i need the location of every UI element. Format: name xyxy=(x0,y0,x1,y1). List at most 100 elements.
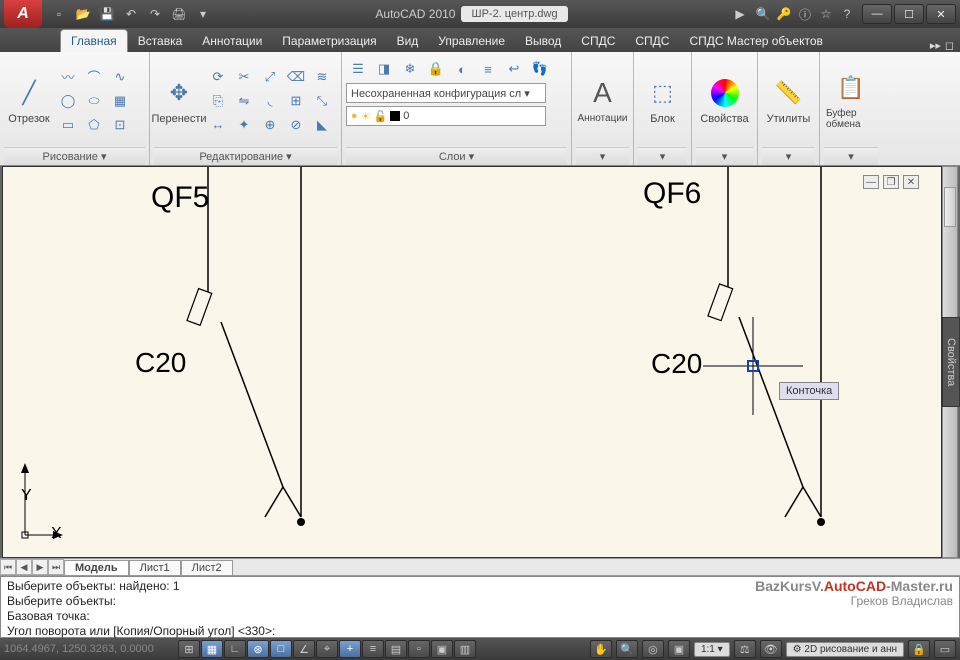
zoom-icon[interactable]: 🔍 xyxy=(616,640,638,658)
layer-state-combo[interactable]: Несохраненная конфигурация сл ▾ xyxy=(346,83,546,103)
panel-layers-title[interactable]: Слои ▾ xyxy=(346,147,567,165)
binoculars-icon[interactable]: 🔍 xyxy=(754,5,772,23)
coordinate-readout[interactable]: 1064.4967, 1250.3263, 0.0000 xyxy=(4,643,174,655)
info-icon[interactable]: ⓘ xyxy=(796,5,814,23)
layout-prev-icon[interactable]: ◀ xyxy=(16,559,32,575)
panel-clipboard-title[interactable]: ▾ xyxy=(824,147,878,165)
clipboard-button[interactable]: 📋 Буфер обмена xyxy=(826,62,876,140)
new-icon[interactable]: ▫ xyxy=(48,4,70,24)
move-button[interactable]: ✥ Перенести xyxy=(154,62,204,140)
minimize-button[interactable]: — xyxy=(862,4,892,24)
favorite-icon[interactable]: ☆ xyxy=(817,5,835,23)
close-button[interactable]: ✕ xyxy=(926,4,956,24)
tab-manage[interactable]: Управление xyxy=(428,30,515,52)
mirror-icon[interactable]: ⇋ xyxy=(232,90,256,112)
help-icon[interactable]: ? xyxy=(838,5,856,23)
otrack-toggle[interactable]: ∠ xyxy=(293,640,315,658)
layout-first-icon[interactable]: ⏮ xyxy=(0,559,16,575)
tab-home[interactable]: Главная xyxy=(60,29,128,52)
properties-palette-tab[interactable]: Свойства xyxy=(942,317,960,407)
ribbon-minimize-icon[interactable]: ◻ xyxy=(945,39,954,52)
tab-spds-2[interactable]: СПДС xyxy=(625,30,679,52)
rectangle-icon[interactable]: ▭ xyxy=(56,114,80,136)
tab-spds-master[interactable]: СПДС Мастер объектов xyxy=(679,30,832,52)
tab-insert[interactable]: Вставка xyxy=(128,30,193,52)
ducs-toggle[interactable]: ⌖ xyxy=(316,640,338,658)
stretch-icon[interactable]: ↔ xyxy=(206,114,230,136)
line-button[interactable]: ╱ Отрезок xyxy=(4,62,54,140)
qat-more-icon[interactable]: ▾ xyxy=(192,4,214,24)
steering-wheel-icon[interactable]: ◎ xyxy=(642,640,664,658)
explode-icon[interactable]: ✦ xyxy=(232,114,256,136)
array-icon[interactable]: ⊞ xyxy=(284,90,308,112)
key-icon[interactable]: 🔑 xyxy=(775,5,793,23)
layer-lock-icon[interactable]: 🔒 xyxy=(424,58,448,80)
extend-icon[interactable]: ⤢ xyxy=(258,66,282,88)
tab-model[interactable]: Модель xyxy=(64,560,129,575)
tab-layout-1[interactable]: Лист1 xyxy=(129,560,181,575)
osnap-toggle[interactable]: □ xyxy=(270,640,292,658)
lock-ui-icon[interactable]: 🔒 xyxy=(908,640,930,658)
polyline-icon[interactable]: 〰 xyxy=(56,66,80,88)
panel-modify-title[interactable]: Редактирование ▾ xyxy=(154,147,337,165)
layer-freeze-icon[interactable]: ❄ xyxy=(398,58,422,80)
point-icon[interactable]: ⊡ xyxy=(108,114,132,136)
clean-screen-icon[interactable]: ▭ xyxy=(934,640,956,658)
lwt-toggle[interactable]: ≡ xyxy=(362,640,384,658)
offset-icon[interactable]: ≋ xyxy=(310,66,334,88)
workspace-switcher[interactable]: ⚙ 2D рисование и анн xyxy=(786,642,904,657)
vp-restore-icon[interactable]: ❐ xyxy=(883,175,899,189)
layer-prev-icon[interactable]: ↩ xyxy=(502,58,526,80)
save-icon[interactable]: 💾 xyxy=(96,4,118,24)
panel-utilities-title[interactable]: ▾ xyxy=(762,147,815,165)
erase-icon[interactable]: ⌫ xyxy=(284,66,308,88)
tab-view[interactable]: Вид xyxy=(387,30,429,52)
tab-spds-1[interactable]: СПДС xyxy=(571,30,625,52)
polygon-icon[interactable]: ⬠ xyxy=(82,114,106,136)
rotate-icon[interactable]: ⟳ xyxy=(206,66,230,88)
qv-layout-toggle[interactable]: ▣ xyxy=(431,640,453,658)
qv-drawing-toggle[interactable]: ▥ xyxy=(454,640,476,658)
panel-draw-title[interactable]: Рисование ▾ xyxy=(4,147,145,165)
qp-toggle[interactable]: ▤ xyxy=(385,640,407,658)
pan-icon[interactable]: ✋ xyxy=(590,640,612,658)
ellipse-icon[interactable]: ⬭ xyxy=(82,90,106,112)
tab-output[interactable]: Вывод xyxy=(515,30,571,52)
undo-icon[interactable]: ↶ xyxy=(120,4,142,24)
dyn-toggle[interactable]: + xyxy=(339,640,361,658)
polar-toggle[interactable]: ⊛ xyxy=(247,640,269,658)
annoscale-icon[interactable]: ⚖ xyxy=(734,640,756,658)
circle-icon[interactable]: ◯ xyxy=(56,90,80,112)
layer-current-combo[interactable]: ● ☀ 🔓 0 xyxy=(346,106,546,126)
model-toggle[interactable]: ▫ xyxy=(408,640,430,658)
arc-icon[interactable]: ⌒ xyxy=(82,66,106,88)
fillet-icon[interactable]: ◟ xyxy=(258,90,282,112)
layer-walk-icon[interactable]: 👣 xyxy=(528,58,552,80)
tabs-overflow-icon[interactable]: ▸▸ xyxy=(930,39,941,52)
annovis-icon[interactable]: 👁 xyxy=(760,640,782,658)
copy-icon[interactable]: ⎘ xyxy=(206,90,230,112)
scrollbar-thumb[interactable] xyxy=(944,187,956,227)
layout-next-icon[interactable]: ▶ xyxy=(32,559,48,575)
tab-annotate[interactable]: Аннотации xyxy=(192,30,272,52)
panel-annotation-title[interactable]: ▾ xyxy=(576,147,629,165)
open-icon[interactable]: 📂 xyxy=(72,4,94,24)
layout-last-icon[interactable]: ⏭ xyxy=(48,559,64,575)
layer-iso-icon[interactable]: ◨ xyxy=(372,58,396,80)
layer-match-icon[interactable]: ≡ xyxy=(476,58,500,80)
hatch-icon[interactable]: ▦ xyxy=(108,90,132,112)
panel-block-title[interactable]: ▾ xyxy=(638,147,687,165)
command-line[interactable]: Выберите объекты: найдено: 1 Выберите об… xyxy=(0,576,960,638)
model-space-viewport[interactable]: QF5 C20 QF6 C20 xyxy=(2,166,942,558)
properties-button[interactable]: Свойства xyxy=(700,62,750,140)
ortho-toggle[interactable]: ∟ xyxy=(224,640,246,658)
tab-parametric[interactable]: Параметризация xyxy=(272,30,386,52)
snap-toggle[interactable]: ⊞ xyxy=(178,640,200,658)
tab-layout-2[interactable]: Лист2 xyxy=(181,560,233,575)
vp-minimize-icon[interactable]: — xyxy=(863,175,879,189)
scale-icon[interactable]: ⤡ xyxy=(310,90,334,112)
trim-icon[interactable]: ✂ xyxy=(232,66,256,88)
app-menu-button[interactable]: A xyxy=(4,0,42,28)
showmotion-icon[interactable]: ▣ xyxy=(668,640,690,658)
play-icon[interactable]: ▶ xyxy=(729,4,751,24)
